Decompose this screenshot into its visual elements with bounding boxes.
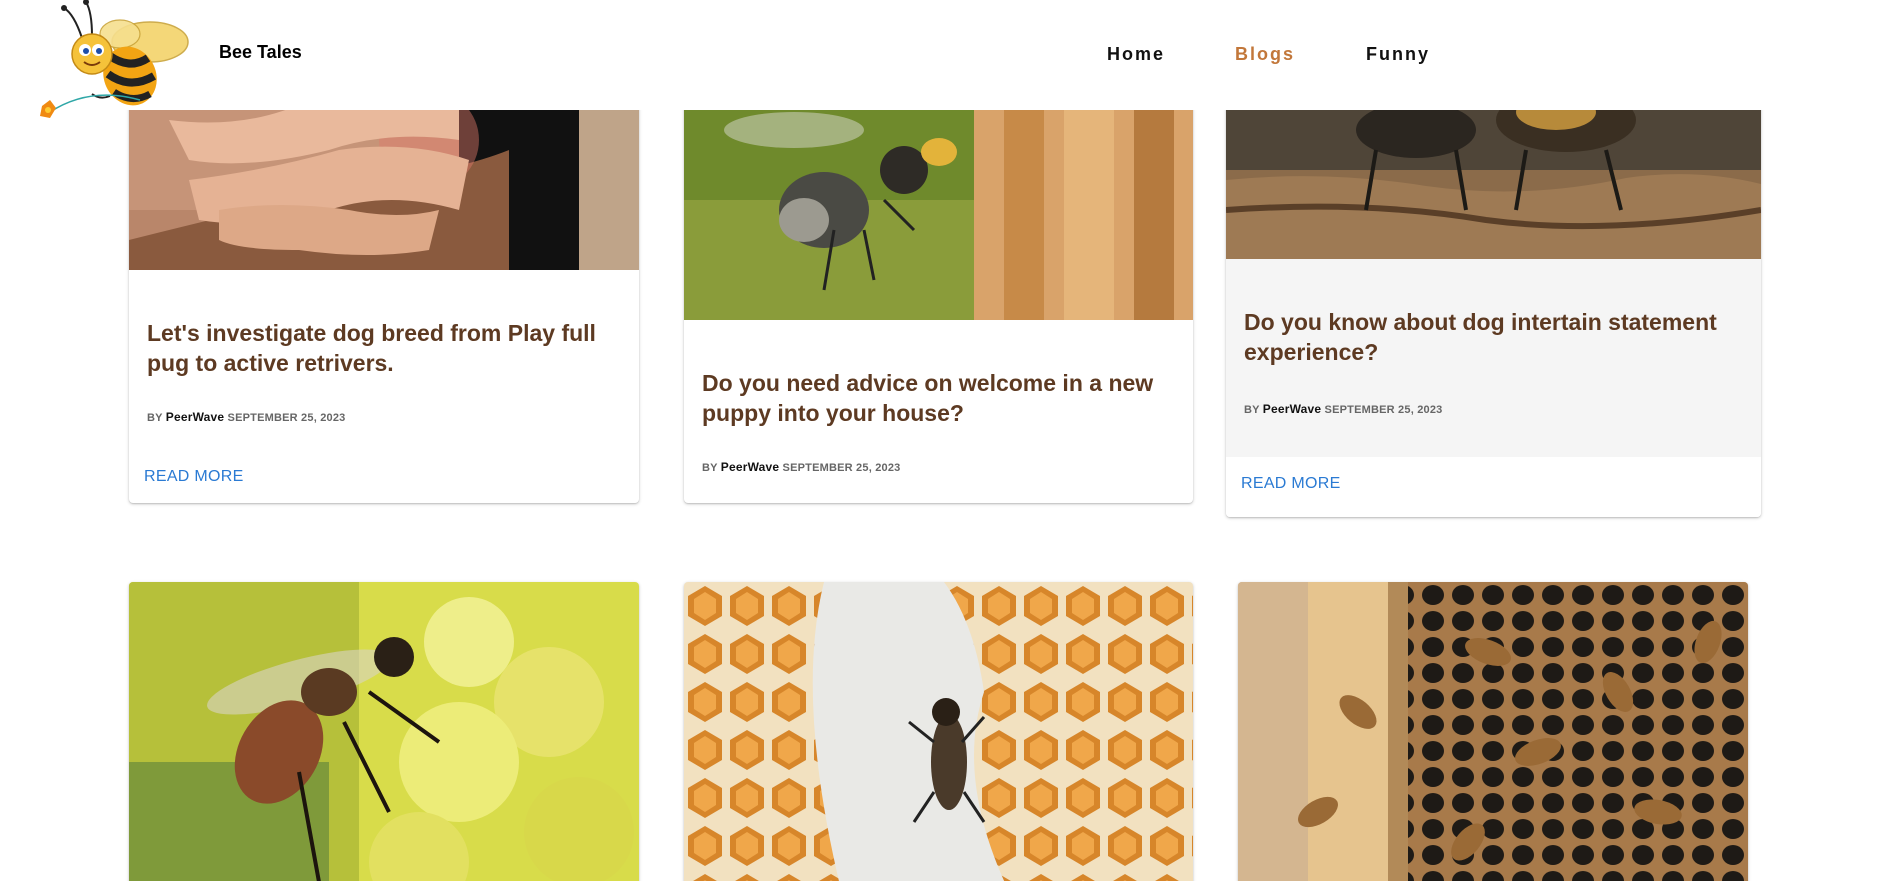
blog-card[interactable]: Let's investigate dog breed from Play fu…: [129, 60, 639, 503]
by-label: BY: [147, 412, 163, 424]
read-more-link[interactable]: READ MORE: [144, 468, 244, 486]
blog-title[interactable]: Do you need advice on welcome in a new p…: [702, 368, 1179, 428]
blog-card[interactable]: [1238, 582, 1748, 881]
bee-on-honeycomb-image[interactable]: [684, 582, 1193, 881]
blog-card[interactable]: Do you know about dog intertain statemen…: [1226, 60, 1761, 517]
post-date: SEPTEMBER 25, 2023: [227, 412, 346, 424]
blog-card-body: Let's investigate dog breed from Play fu…: [129, 270, 639, 503]
bees-on-hive-frame-image[interactable]: [1238, 582, 1748, 881]
bee-logo-icon[interactable]: [30, 0, 190, 130]
author-name[interactable]: PeerWave: [166, 410, 225, 424]
post-meta: BY PeerWave SEPTEMBER 25, 2023: [1244, 402, 1442, 416]
post-meta: BY PeerWave SEPTEMBER 25, 2023: [147, 410, 345, 424]
author-name[interactable]: PeerWave: [721, 460, 780, 474]
blog-card-body: Do you need advice on welcome in a new p…: [684, 320, 1193, 503]
site-header: Bee Tales Home Blogs Funny: [0, 0, 1888, 118]
post-meta: BY PeerWave SEPTEMBER 25, 2023: [702, 460, 900, 474]
blog-title[interactable]: Do you know about dog intertain statemen…: [1244, 307, 1747, 367]
author-name[interactable]: PeerWave: [1263, 402, 1322, 416]
nav-funny[interactable]: Funny: [1366, 44, 1430, 65]
by-label: BY: [702, 462, 718, 474]
by-label: BY: [1244, 404, 1260, 416]
post-date: SEPTEMBER 25, 2023: [782, 462, 901, 474]
brand-name[interactable]: Bee Tales: [219, 42, 302, 63]
bee-on-flowers-image[interactable]: [129, 582, 639, 881]
blog-card[interactable]: [684, 582, 1193, 881]
blog-card[interactable]: Do you need advice on welcome in a new p…: [684, 60, 1193, 503]
read-more-link[interactable]: READ MORE: [1241, 475, 1341, 493]
post-date: SEPTEMBER 25, 2023: [1324, 404, 1443, 416]
blog-card-body: Do you know about dog intertain statemen…: [1226, 259, 1761, 517]
nav-blogs[interactable]: Blogs: [1235, 44, 1295, 65]
nav-home[interactable]: Home: [1107, 44, 1165, 65]
blog-card[interactable]: [129, 582, 639, 881]
blog-title[interactable]: Let's investigate dog breed from Play fu…: [147, 318, 625, 378]
